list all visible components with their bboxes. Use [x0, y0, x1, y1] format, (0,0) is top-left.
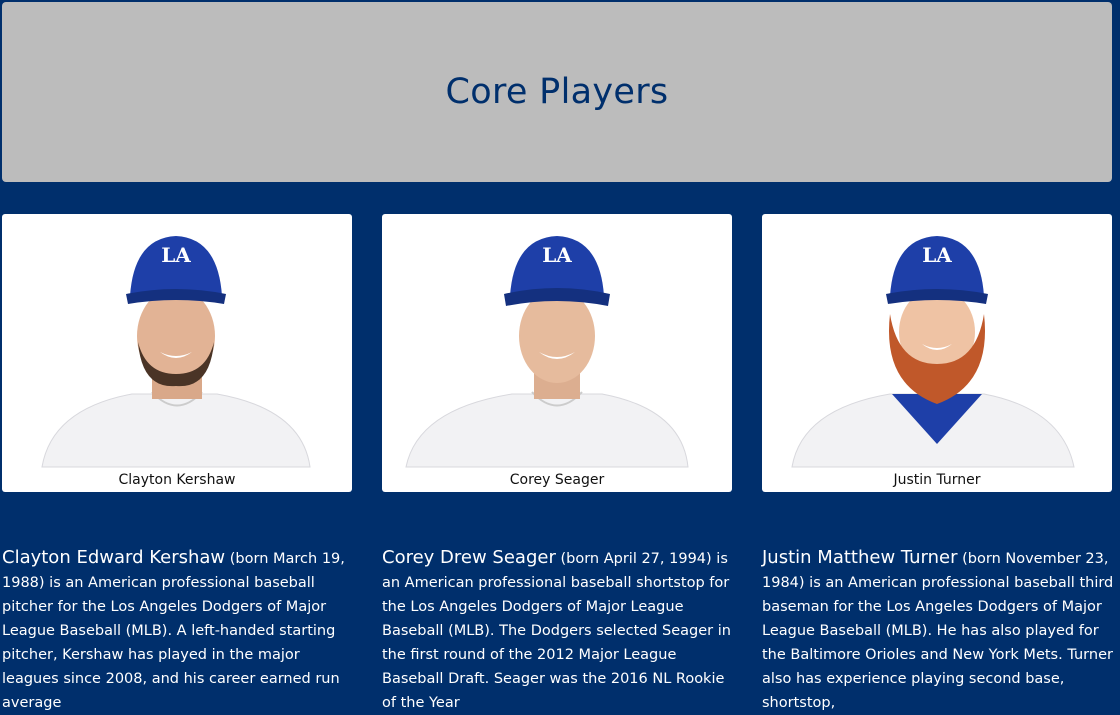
player-caption: Corey Seager [509, 472, 605, 488]
player-bio-seager: Corey Drew Seager (born April 27, 1994) … [382, 546, 734, 715]
player-bio-kershaw: Clayton Edward Kershaw (born March 19, 1… [2, 546, 354, 715]
player-photo-seager: LA [405, 236, 689, 468]
player-bio-text: (born March 19, 1988) is an American pro… [2, 551, 345, 711]
player-bio-text: (born April 27, 1994) is an American pro… [382, 551, 731, 711]
player-bio-text: (born November 23, 1984) is an American … [762, 551, 1114, 711]
player-bio-turner: Justin Matthew Turner (born November 23,… [762, 546, 1114, 715]
svg-text:LA: LA [542, 243, 572, 267]
svg-text:LA: LA [161, 243, 191, 267]
player-card-seager[interactable]: LA Corey Seager [382, 214, 732, 492]
player-card-turner[interactable]: LA Justin Turner [762, 214, 1112, 492]
player-photo-kershaw: LA [41, 236, 311, 468]
player-full-name: Justin Matthew Turner [762, 547, 958, 568]
page-title: Core Players [445, 72, 669, 112]
svg-text:LA: LA [922, 243, 952, 267]
player-full-name: Clayton Edward Kershaw [2, 547, 226, 568]
player-full-name: Corey Drew Seager [382, 547, 556, 568]
player-caption: Justin Turner [893, 472, 981, 488]
page-header: Core Players [2, 2, 1112, 182]
player-card-kershaw[interactable]: LA Clayton Kershaw [2, 214, 352, 492]
player-caption: Clayton Kershaw [118, 472, 236, 488]
player-photo-turner: LA [791, 236, 1075, 468]
